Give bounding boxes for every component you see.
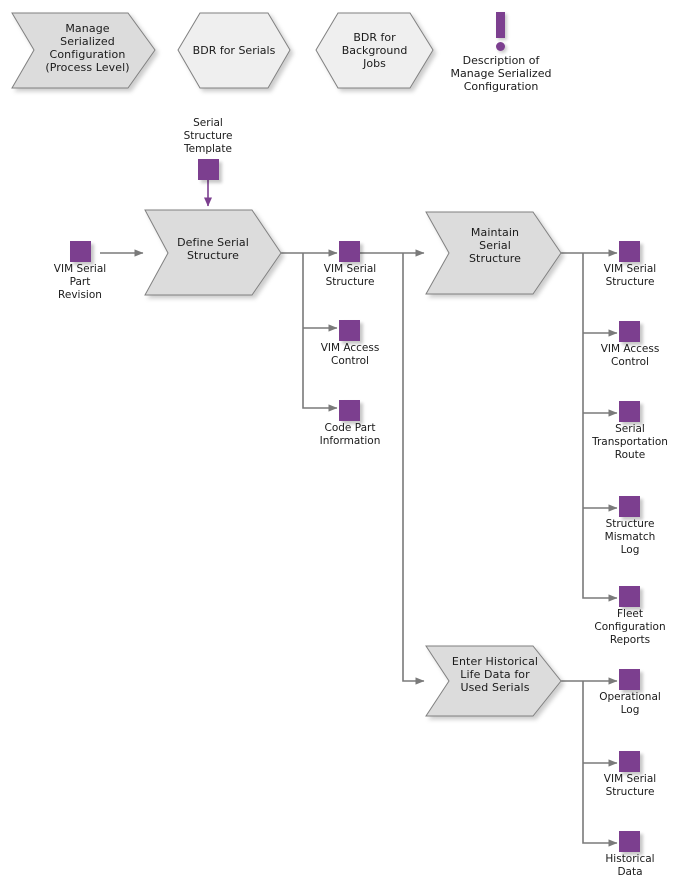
process-define-serial-structure-shape[interactable] [144,209,282,296]
data-object-maintain-out-serial-transportation-route-label: Serial Transportation Route [592,423,668,461]
connector-define-to-enter-historical [402,253,425,685]
data-object-maintain-out-fleet-configuration-reports[interactable] [619,586,640,607]
label-line: Serialized [60,35,115,48]
data-object-serial-structure-template[interactable] [198,159,219,180]
data-object-historical-out-operational-log[interactable] [619,669,640,690]
connector-historical-to-historical-data [582,681,618,847]
process-maintain-serial-structure-shape[interactable] [425,211,562,295]
label-line: Structure [186,249,240,262]
exclamation-icon-dot [496,42,505,51]
process-enter-historical-life-data-label: Enter Historical Life Data for Used Seri… [432,655,558,694]
data-object-vim-serial-part-revision[interactable] [70,241,91,262]
label-line: Serial [479,239,511,252]
data-object-maintain-out-vim-serial-structure[interactable] [619,241,640,262]
data-object-define-out-vim-serial-structure[interactable] [339,241,360,262]
data-object-define-out-vim-access-control[interactable] [339,320,360,341]
process-maintain-serial-structure-label: Maintain Serial Structure [435,226,555,265]
data-object-maintain-out-vim-access-control-label: VIM Access Control [600,343,660,368]
connector-layer [100,180,618,847]
label-line: Structure [468,252,522,265]
data-object-define-out-vim-serial-structure-label: VIM Serial Structure [323,263,377,288]
hexagon-bdr-for-background-jobs-shape[interactable] [315,12,434,89]
label-line: Define Serial [177,236,249,249]
label-line: Configuration [463,80,539,93]
label-line: Used Serials [460,681,530,694]
label-line: Enter Historical [451,655,539,668]
process-define-serial-structure-label: Define Serial Structure [153,236,273,262]
shape-layer [11,12,562,717]
data-object-maintain-out-structure-mismatch-log[interactable] [619,496,640,517]
process-flow-diagram: Manage Serialized Configuration (Process… [0,0,684,888]
hexagon-bdr-for-serials-shape[interactable] [177,12,291,89]
label-line: BDR for [353,31,396,44]
data-object-historical-out-vim-serial-structure[interactable] [619,751,640,772]
data-object-maintain-out-serial-transportation-route[interactable] [619,401,640,422]
data-object-define-out-vim-access-control-label: VIM Access Control [320,342,380,367]
process-manage-serialized-configuration-label: Manage Serialized Configuration (Process… [20,22,155,74]
label-line: Manage [65,22,110,35]
data-object-define-out-code-part-information[interactable] [339,400,360,421]
hexagon-bdr-for-serials-label: BDR for Serials [178,44,290,57]
data-object-historical-out-operational-log-label: Operational Log [599,691,661,716]
label-line: Maintain [470,226,520,239]
data-object-maintain-out-vim-serial-structure-label: VIM Serial Structure [603,263,657,288]
label-line: Configuration [49,48,126,61]
data-object-maintain-out-structure-mismatch-log-label: Structure Mismatch Log [604,518,656,556]
hexagon-bdr-for-background-jobs-label: BDR for Background Jobs [316,31,433,70]
data-object-maintain-out-fleet-configuration-reports-label: Fleet Configuration Reports [594,608,666,646]
exclamation-icon[interactable] [496,12,505,38]
data-object-historical-out-historical-data[interactable] [619,831,640,852]
data-object-vim-serial-part-revision-label: VIM Serial Part Revision [53,263,107,301]
label-line: Description of [462,54,540,67]
connector-define-to-code-part [302,253,338,412]
label-line: Manage Serialized [450,67,552,80]
data-object-historical-out-vim-serial-structure-label: VIM Serial Structure [603,773,657,798]
connector-maintain-to-fleet-reports [582,253,618,602]
label-line: Life Data for [460,668,530,681]
data-object-define-out-code-part-information-label: Code Part Information [319,422,381,447]
label-line: Jobs [363,57,386,70]
label-line: BDR for Serials [192,44,276,57]
process-enter-historical-life-data-shape[interactable] [425,645,562,717]
process-manage-serialized-configuration-shape[interactable] [11,12,156,89]
label-line: (Process Level) [45,61,130,74]
label-line: Background [341,44,408,57]
description-marker-label: Description of Manage Serialized Configu… [437,54,565,93]
data-object-historical-out-historical-data-label: Historical Data [605,853,655,878]
data-object-maintain-out-vim-access-control[interactable] [619,321,640,342]
data-object-serial-structure-template-label: Serial Structure Template [183,117,233,155]
